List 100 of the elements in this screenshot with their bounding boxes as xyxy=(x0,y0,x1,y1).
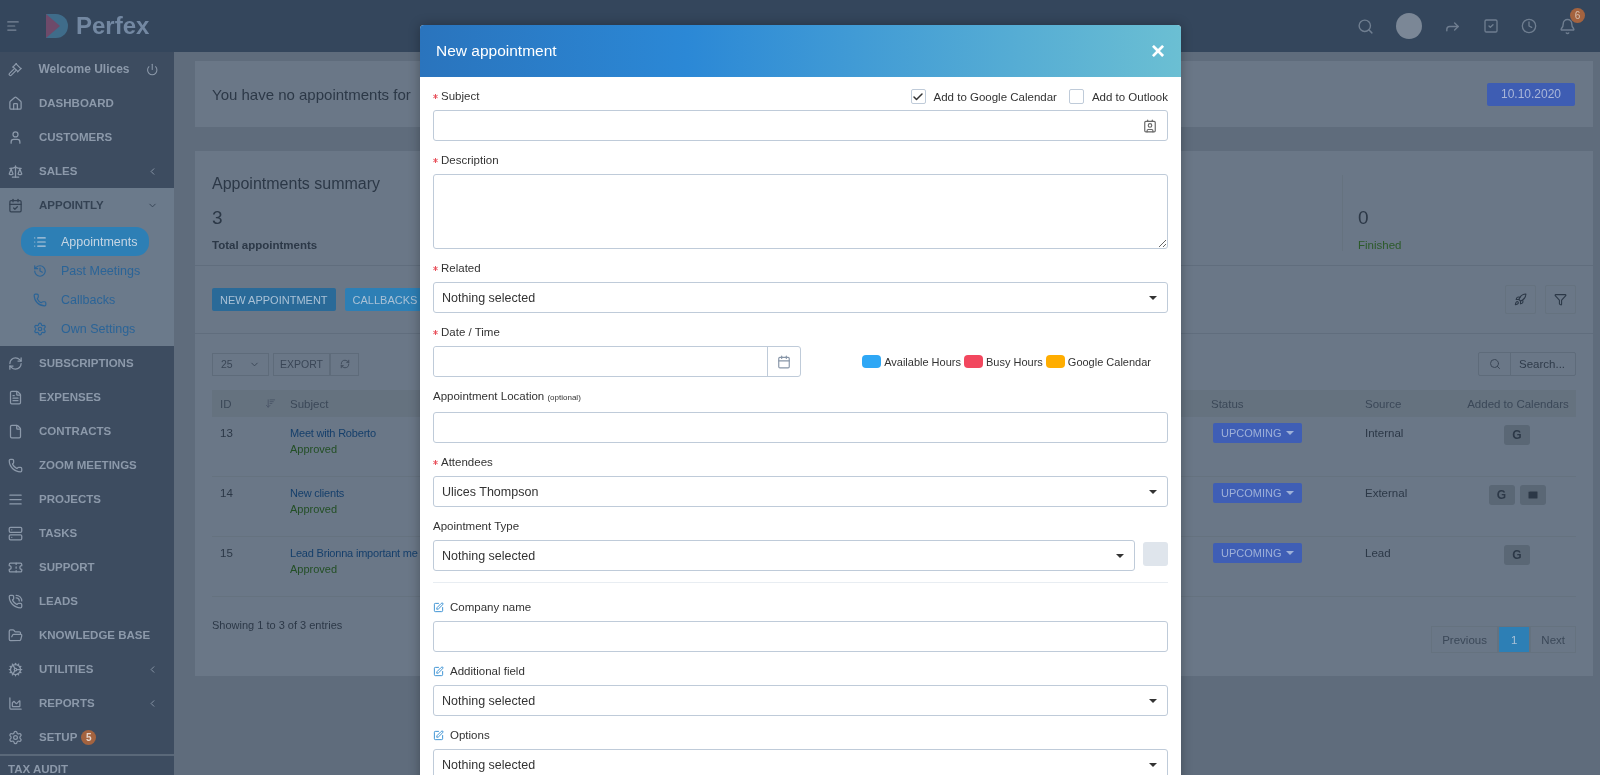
sidebar-item-icon xyxy=(8,729,23,745)
sidebar-item-icon xyxy=(8,627,23,643)
sidebar-item-icon xyxy=(8,95,23,111)
notice-text: You have no appointments for xyxy=(212,85,411,103)
pagination-button[interactable]: 1 xyxy=(1497,626,1531,653)
field-label: Additional field xyxy=(433,663,525,679)
sidebar-item[interactable]: PROJECTS xyxy=(0,482,174,516)
checkbox[interactable] xyxy=(1068,89,1084,104)
power-icon[interactable] xyxy=(145,62,158,76)
caret-icon xyxy=(1285,431,1294,435)
select-field[interactable]: Nothing selected xyxy=(433,540,1135,571)
sidebar-item[interactable]: SALES xyxy=(0,154,174,188)
table-cell-text: Lead xyxy=(1364,547,1392,561)
sidebar-item-icon xyxy=(8,491,23,507)
search-input[interactable]: Search... xyxy=(1511,353,1575,375)
sidebar-item[interactable]: DASHBOARD xyxy=(0,86,174,120)
gavel-icon xyxy=(8,61,23,77)
sidebar-item-icon xyxy=(8,661,23,677)
sidebar-item[interactable]: SUBSCRIPTIONS xyxy=(0,346,174,380)
sidebar-item-icon xyxy=(8,423,23,439)
sidebar-item[interactable]: ZOOM MEETINGS xyxy=(0,448,174,482)
sidebar-item[interactable]: SUPPORT xyxy=(0,550,174,584)
stat-value: 0 xyxy=(1358,207,1370,229)
sidebar-item-icon xyxy=(8,197,23,213)
count-badge: 5 xyxy=(81,729,97,745)
submenu-item[interactable]: Callbacks xyxy=(21,285,149,314)
sidebar-item[interactable]: REPORTS xyxy=(0,686,174,720)
calendar-icon[interactable] xyxy=(777,354,791,369)
caret-icon xyxy=(1149,762,1157,767)
edit-icon[interactable] xyxy=(433,665,444,677)
table-cell-text: Internal xyxy=(1364,427,1405,441)
menu-icon[interactable] xyxy=(6,19,20,33)
sidebar-item-icon xyxy=(8,695,23,711)
search-field[interactable]: Search... xyxy=(1478,352,1576,376)
status-dropdown[interactable]: UPCOMING xyxy=(1213,543,1302,563)
submenu-item[interactable]: Own Settings xyxy=(21,314,149,343)
select-field[interactable]: Nothing selected xyxy=(433,749,1168,775)
sidebar-item[interactable]: APPOINTLY xyxy=(0,188,174,222)
table-cell-text: 14 xyxy=(219,487,234,501)
sidebar-item[interactable]: SETUP 5 xyxy=(0,720,174,754)
sidebar-item[interactable]: EXPENSES xyxy=(0,380,174,414)
status-dropdown[interactable]: UPCOMING xyxy=(1213,483,1302,503)
select-field[interactable]: Nothing selected xyxy=(433,282,1168,313)
select-field[interactable]: Nothing selected xyxy=(433,685,1168,716)
sort-icon[interactable] xyxy=(265,398,276,409)
sidebar-item[interactable]: CONTRACTS xyxy=(0,414,174,448)
field-label: Attendees xyxy=(433,454,493,470)
approval-status: Approved xyxy=(290,563,339,575)
checkbox[interactable] xyxy=(910,89,926,104)
mail-button[interactable] xyxy=(1519,485,1546,505)
caret-icon xyxy=(1149,295,1157,300)
date-button[interactable]: 10.10.2020 xyxy=(1487,82,1575,106)
filter-button[interactable] xyxy=(1545,285,1576,314)
rocket-icon xyxy=(1514,293,1527,306)
close-button[interactable]: × xyxy=(1151,39,1165,63)
textarea-field[interactable] xyxy=(433,174,1168,249)
status-dropdown[interactable]: UPCOMING xyxy=(1213,423,1302,443)
field-label: Company name xyxy=(433,599,532,615)
sidebar-item-icon xyxy=(8,457,23,473)
color-swatch[interactable] xyxy=(1143,542,1168,566)
sidebar-item-icon xyxy=(8,163,23,179)
sidebar-item[interactable]: CUSTOMERS xyxy=(0,120,174,154)
text-field[interactable] xyxy=(433,110,1168,141)
stat-label: Finished xyxy=(1358,239,1403,251)
summary-title: Appointments summary xyxy=(212,175,381,193)
action-button[interactable]: NEW APPOINTMENT xyxy=(212,288,336,311)
refresh-button[interactable] xyxy=(330,352,359,376)
field-label: Description xyxy=(433,152,499,168)
sidebar-item-icon xyxy=(8,355,23,371)
field-label: Subject xyxy=(433,88,480,104)
submenu-item[interactable]: Appointments xyxy=(21,227,149,256)
edit-icon[interactable] xyxy=(433,601,444,613)
submenu-item-icon xyxy=(33,263,47,278)
edit-icon[interactable] xyxy=(433,729,444,741)
text-field[interactable] xyxy=(433,621,1168,652)
caret-icon xyxy=(1285,491,1294,495)
submenu-item[interactable]: Past Meetings xyxy=(21,256,149,285)
field-label: Options xyxy=(433,727,490,743)
text-field[interactable] xyxy=(433,412,1168,443)
sidebar-item-icon xyxy=(8,525,23,541)
sidebar-item[interactable]: LEADS xyxy=(0,584,174,618)
sidebar-item[interactable]: KNOWLEDGE BASE xyxy=(0,618,174,652)
legend-label: Google Calendar xyxy=(1067,355,1151,368)
sidebar-item[interactable]: UTILITIES xyxy=(0,652,174,686)
caret-icon xyxy=(1285,551,1294,555)
avatar[interactable] xyxy=(1396,13,1422,39)
sidebar-item-icon xyxy=(8,559,23,575)
date-field[interactable] xyxy=(433,346,801,377)
submenu-item-icon xyxy=(33,321,47,336)
field-label: Related xyxy=(433,260,481,276)
sidebar-item[interactable]: TASKS xyxy=(0,516,174,550)
select-field[interactable]: Ulices Thompson xyxy=(433,476,1168,507)
search-icon xyxy=(1488,358,1501,370)
task-check-icon[interactable] xyxy=(1483,18,1499,34)
rocket-button[interactable] xyxy=(1505,285,1536,314)
bell-icon[interactable] xyxy=(1559,17,1576,35)
search-icon[interactable] xyxy=(1357,17,1374,35)
sidebar-section-label: TAX AUDIT xyxy=(0,754,174,775)
contact-card-icon[interactable] xyxy=(1143,118,1157,133)
clock-icon[interactable] xyxy=(1521,18,1537,34)
